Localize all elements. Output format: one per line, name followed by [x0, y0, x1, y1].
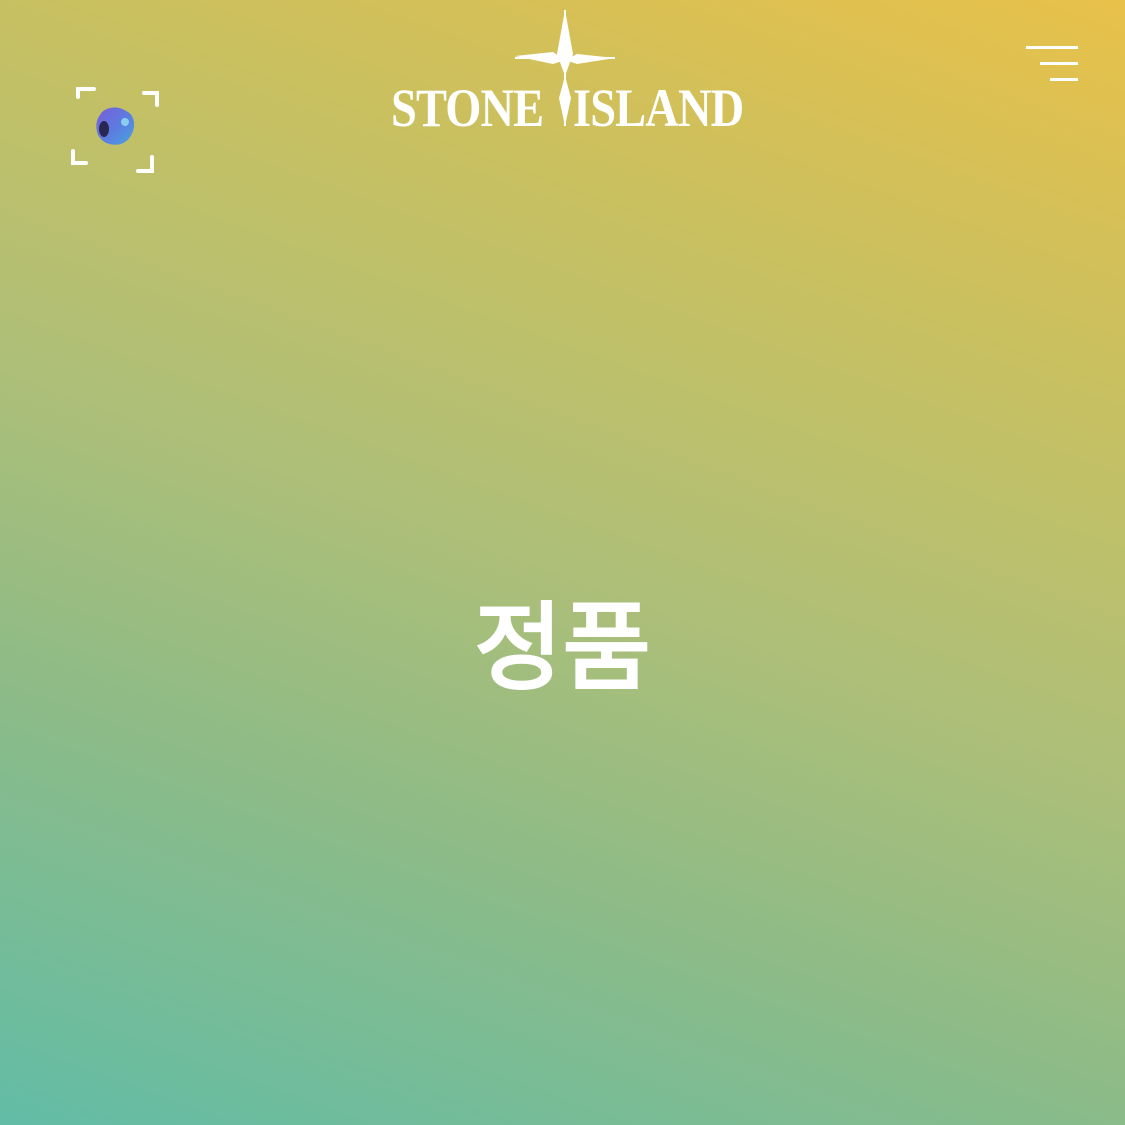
authenticity-headline: 정품 — [474, 592, 651, 704]
menu-button[interactable] — [1020, 40, 1084, 88]
brand-logo[interactable]: STONE ISLAND — [385, 8, 745, 138]
brand-wordmark-left: STONE — [391, 78, 544, 138]
hamburger-menu-icon — [1026, 46, 1078, 81]
ar-scan-button[interactable] — [70, 85, 162, 175]
ar-scan-icon — [71, 87, 159, 173]
brand-wordmark-right: ISLAND — [573, 78, 744, 138]
top-header: STONE ISLAND — [0, 0, 1125, 200]
